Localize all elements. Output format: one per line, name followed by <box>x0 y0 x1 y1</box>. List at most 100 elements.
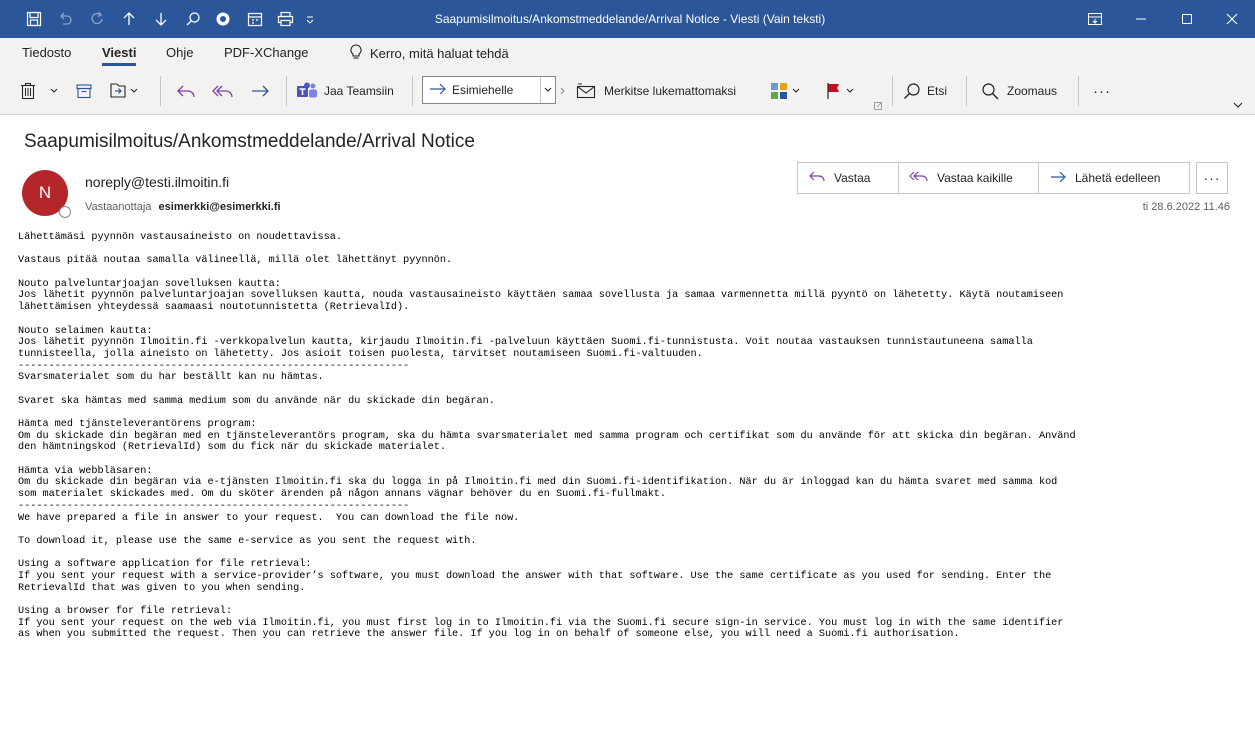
body-line: Jos lähetit pyynnön palveluntarjoajan so… <box>18 290 1064 302</box>
tab-pdf-xchange[interactable]: PDF-XChange <box>224 38 309 68</box>
message-actions: Vastaa Vastaa kaikille Lähetä edelleen <box>797 162 1190 194</box>
quick-steps-expand-icon[interactable] <box>560 68 568 114</box>
more-commands-button[interactable]: ··· <box>1093 68 1111 114</box>
reply-all-icon[interactable] <box>212 68 238 114</box>
window-title: Saapumisilmoitus/Ankomstmeddelande/Arriv… <box>434 12 826 26</box>
zoom-label: Zoomaus <box>1007 84 1058 98</box>
close-icon[interactable] <box>1209 0 1255 38</box>
body-line: If you sent your request on the web via … <box>18 617 1064 629</box>
body-line: Hämta via webbläsaren: <box>18 465 153 477</box>
body-divider: ----------------------------------------… <box>18 360 410 372</box>
categorize-button[interactable] <box>770 68 806 114</box>
zoom-button[interactable]: Zoomaus <box>981 68 1057 114</box>
tab-message[interactable]: Viesti <box>102 38 137 68</box>
find-label: Etsi <box>927 84 948 98</box>
tags-launcher-icon[interactable] <box>874 68 884 114</box>
mark-unread-button[interactable]: Merkitse lukemattomaksi <box>576 68 736 114</box>
body-line: as when you submitted the request. Then … <box>18 629 960 641</box>
mark-unread-label: Merkitse lukemattomaksi <box>604 84 737 98</box>
ribbon-separator <box>286 76 287 106</box>
envelope-icon <box>576 83 596 99</box>
reply-icon[interactable] <box>176 68 200 114</box>
body-line <box>18 524 1243 536</box>
share-teams-button[interactable]: Jaa Teamsiin <box>296 68 394 114</box>
delete-icon[interactable] <box>20 68 42 114</box>
body-divider: ----------------------------------------… <box>18 500 410 512</box>
reply-icon <box>808 170 826 187</box>
message-date: ti 28.6.2022 11.46 <box>1142 201 1230 213</box>
forward-icon[interactable] <box>250 68 274 114</box>
body-line: RetrievalId that was given to you when s… <box>18 582 306 594</box>
body-line: Hämta med tjänsteleverantörens program: <box>18 419 257 430</box>
body-line: lähettämisen yhteydessä saamaasi noutotu… <box>18 302 410 314</box>
body-line: den hämtningskod (RetrievalId) som du fi… <box>18 442 446 454</box>
reply-all-button[interactable]: Vastaa kaikille <box>899 163 1039 193</box>
record-icon[interactable] <box>210 0 236 38</box>
redo-icon[interactable] <box>84 0 110 38</box>
more-actions-button[interactable]: ··· <box>1196 162 1228 194</box>
body-line <box>18 454 1243 466</box>
ribbon-display-options-icon[interactable] <box>1072 0 1118 38</box>
body-line: Om du skickade din begäran med en tjänst… <box>18 430 1076 442</box>
ribbon: Jaa Teamsiin Esimiehelle Merkitse lukema… <box>0 68 1255 115</box>
recipient-label: Vastaanottaja <box>85 201 152 213</box>
body-line: Om du skickade din begäran via e-tjänste… <box>18 477 1058 489</box>
body-line: Jos lähetit pyynnön Ilmoitin.fi -verkkop… <box>18 337 1033 349</box>
reply-all-label: Vastaa kaikille <box>937 171 1013 185</box>
categorize-dropdown-icon <box>792 88 800 93</box>
body-line: tunnisteella, jolla aineisto on lähetett… <box>18 348 703 360</box>
body-line: Nouto selaimen kautta: <box>18 325 153 337</box>
ribbon-separator <box>160 76 161 106</box>
minimize-icon[interactable] <box>1118 0 1164 38</box>
body-line <box>18 407 1243 419</box>
body-line: To download it, please use the same e-se… <box>18 535 477 547</box>
ribbon-separator <box>412 76 413 106</box>
body-line <box>18 594 1243 606</box>
tell-me-label: Kerro, mitä haluat tehdä <box>370 45 509 61</box>
reply-label: Vastaa <box>834 171 871 185</box>
forward-icon <box>1049 170 1067 187</box>
avatar-initial: N <box>38 183 52 202</box>
ribbon-tabs: Tiedosto Viesti Ohje PDF-XChange Kerro, … <box>0 38 1255 68</box>
forward-button[interactable]: Lähetä edelleen <box>1039 163 1189 193</box>
arrow-right-icon <box>429 83 447 98</box>
chevron-down-icon[interactable] <box>540 77 555 103</box>
tab-file[interactable]: Tiedosto <box>22 38 71 68</box>
follow-up-button[interactable] <box>826 68 862 114</box>
body-line <box>18 548 1243 560</box>
share-teams-label: Jaa Teamsiin <box>324 84 394 98</box>
body-line: Using a browser for file retrieval: <box>18 606 232 617</box>
archive-icon[interactable] <box>76 68 98 114</box>
recipient-address[interactable]: esimerkki@esimerkki.fi <box>159 201 281 213</box>
move-button[interactable] <box>108 68 142 114</box>
recipient-line: Vastaanottaja esimerkki@esimerkki.fi <box>85 201 281 213</box>
arrow-up-icon[interactable] <box>116 0 142 38</box>
body-line: Using a software application for file re… <box>18 559 312 571</box>
presence-indicator <box>59 206 71 218</box>
print-icon[interactable] <box>272 0 300 38</box>
reply-button[interactable]: Vastaa <box>798 163 899 193</box>
undo-icon[interactable] <box>52 0 78 38</box>
delete-dropdown-icon[interactable] <box>50 68 62 114</box>
quick-step-label: Esimiehelle <box>452 83 514 97</box>
search-icon <box>903 82 921 100</box>
sender-address[interactable]: noreply@testi.ilmoitin.fi <box>85 174 229 190</box>
expand-ribbon-icon[interactable] <box>1233 68 1247 114</box>
body-line: Svaret ska hämtas med samma medium som d… <box>18 395 495 407</box>
move-dropdown-icon <box>130 88 138 93</box>
categorize-icon <box>770 82 788 100</box>
customize-toolbar-icon[interactable] <box>302 0 318 38</box>
arrow-down-icon[interactable] <box>148 0 174 38</box>
quick-steps-dropdown[interactable]: Esimiehelle <box>422 76 556 104</box>
ribbon-separator <box>966 76 967 106</box>
teams-icon <box>296 82 318 100</box>
body-line: Nouto palveluntarjoajan sovelluksen kaut… <box>18 278 281 290</box>
tell-me-search[interactable]: Kerro, mitä haluat tehdä <box>350 38 509 68</box>
search-icon[interactable] <box>180 0 206 38</box>
maximize-icon[interactable] <box>1164 0 1210 38</box>
tab-help[interactable]: Ohje <box>166 38 193 68</box>
calendar-icon[interactable] <box>242 0 268 38</box>
flag-icon <box>826 82 842 100</box>
save-icon[interactable] <box>22 0 46 38</box>
find-button[interactable]: Etsi <box>903 68 947 114</box>
